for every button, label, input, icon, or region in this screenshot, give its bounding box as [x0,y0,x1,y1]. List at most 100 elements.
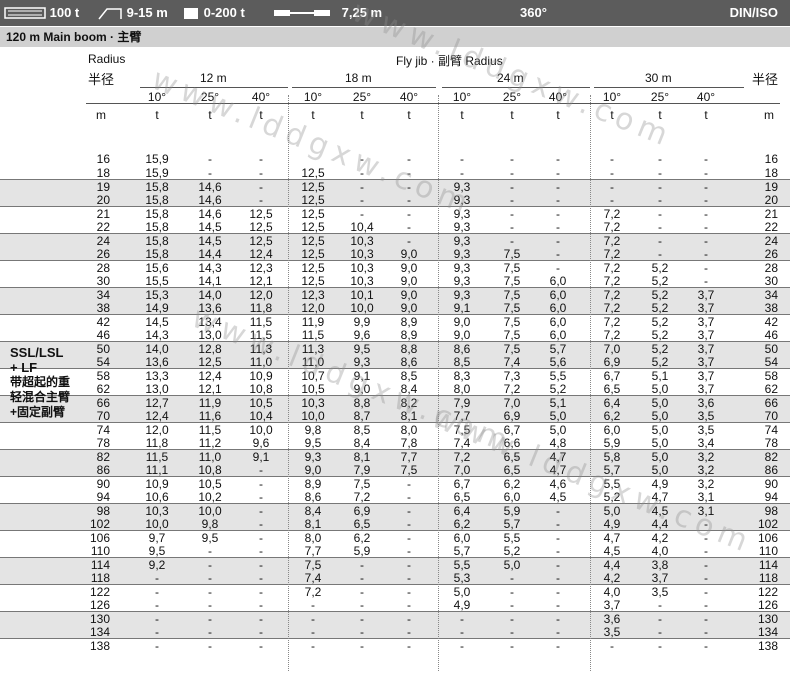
angle-header-2: 40° [251,90,271,104]
load-cell: - [704,543,708,558]
load-cell: 15,5 [145,273,169,288]
load-cell: 6,0 [503,489,521,504]
load-cell: 4,5 [549,489,567,504]
load-cell: - [658,192,662,207]
load-cell: 12,5 [198,354,222,369]
load-cell: 6,9 [603,354,621,369]
load-cell: 10,8 [249,381,273,396]
load-cell: - [556,570,560,585]
load-cell: 10,0 [301,408,325,423]
load-cell: - [704,192,708,207]
load-cell: 3,7 [697,327,715,342]
load-cell: - [610,639,614,653]
radius-label-cn-right: 半径 [752,72,779,87]
load-cell: 8,4 [353,435,371,450]
config-cn-2: 轻混合主臂 [10,390,71,404]
load-cell: 3,7 [603,597,621,612]
load-cell: 13,6 [198,300,222,315]
row-radius-right: 118 [758,570,778,585]
load-cell: - [360,570,364,585]
load-cell: - [259,639,263,653]
load-cell: 12,4 [145,408,169,423]
load-cell: 5,2 [651,300,669,315]
load-cell: - [460,165,464,180]
load-cell: - [556,639,560,653]
load-cell: 8,1 [400,408,418,423]
load-cell: - [155,570,159,585]
table-row: 46 14,3 13,0 11,5 11,5 9,6 8,9 9,0 7,5 6,0 7,2 5,2 3… [0,328,790,342]
load-cell: 7,2 [603,219,621,234]
load-cell: 10,5 [301,381,325,396]
load-cell: 4,7 [549,462,567,477]
load-cell: - [460,624,464,639]
load-cell: 13,6 [145,354,169,369]
row-radius-right: 134 [757,624,778,639]
jib-30-rule [594,87,744,88]
row-radius: 20 [96,192,110,207]
load-cell: - [259,152,263,166]
load-cell: - [208,570,212,585]
load-cell: - [259,489,263,504]
load-cell: 8,7 [353,408,371,423]
boom-config-bar: 120 m Main boom · 主臂 [0,27,790,47]
unit-t-0: t [155,108,159,122]
load-cell: 5,2 [503,543,521,558]
load-cell: - [556,516,560,531]
jib-length-30: 30 m [645,71,672,85]
load-cell: 6,0 [549,273,567,288]
load-cell: 3,7 [651,570,669,585]
row-radius: 16 [96,152,110,166]
load-cell: - [658,246,662,261]
load-cell: 5,2 [603,489,621,504]
unit-t-2: t [259,108,263,122]
load-cell: - [259,165,263,180]
table-row: 134 - - - - - - - - - 3,5 - - 134 [0,624,790,639]
load-cell: 10,3 [350,246,374,261]
load-cell: 7,4 [503,354,521,369]
load-cell: 12,5 [301,273,325,288]
row-radius-right: 54 [764,354,778,369]
load-cell: 8,6 [304,489,322,504]
load-cell: 7,4 [453,435,471,450]
load-cell: 14,5 [198,219,222,234]
row-radius-right: 38 [764,300,778,315]
load-cell: - [360,192,364,207]
load-cell: - [259,624,263,639]
counterweight-spec: 0-200 t [182,0,245,26]
load-cell: 7,2 [603,273,621,288]
unit-t-4: t [360,108,364,122]
table-row: 102 10,0 9,8 - 8,1 6,5 - 6,2 5,7 - 4,9 4,4 - 102 [0,516,790,531]
load-cell: 12,4 [249,246,273,261]
load-cell: 11,6 [198,408,222,423]
load-cell: 6,0 [549,327,567,342]
jib-18-rule [292,87,436,88]
load-cell: 4,7 [651,489,669,504]
jib-24-rule [442,87,590,88]
row-radius-right: 126 [757,597,778,612]
load-cell: - [704,246,708,261]
counterweight-icon [184,7,198,19]
load-cell: 12,1 [249,273,273,288]
row-radius-right: 20 [764,192,778,207]
unit-t-11: t [704,108,708,122]
load-cell: - [407,152,411,166]
load-cell: - [610,192,614,207]
load-cell: - [704,219,708,234]
load-cell: 9,3 [453,246,471,261]
row-radius: 138 [89,639,110,653]
load-cell: 13,0 [198,327,222,342]
load-cell: - [259,462,263,477]
load-cell: - [510,570,514,585]
unit-t-1: t [208,108,212,122]
load-cell: 5,0 [651,381,669,396]
load-cell: - [510,192,514,207]
load-cell: 12,5 [301,165,325,180]
load-cell: - [658,624,662,639]
row-radius-right: 30 [764,273,778,288]
row-radius: 110 [90,543,110,558]
row-radius-right: 78 [764,435,778,450]
load-cell: 10,6 [145,489,169,504]
load-cell: - [556,246,560,261]
load-cell: - [155,639,159,653]
load-cell: 3,7 [697,381,715,396]
